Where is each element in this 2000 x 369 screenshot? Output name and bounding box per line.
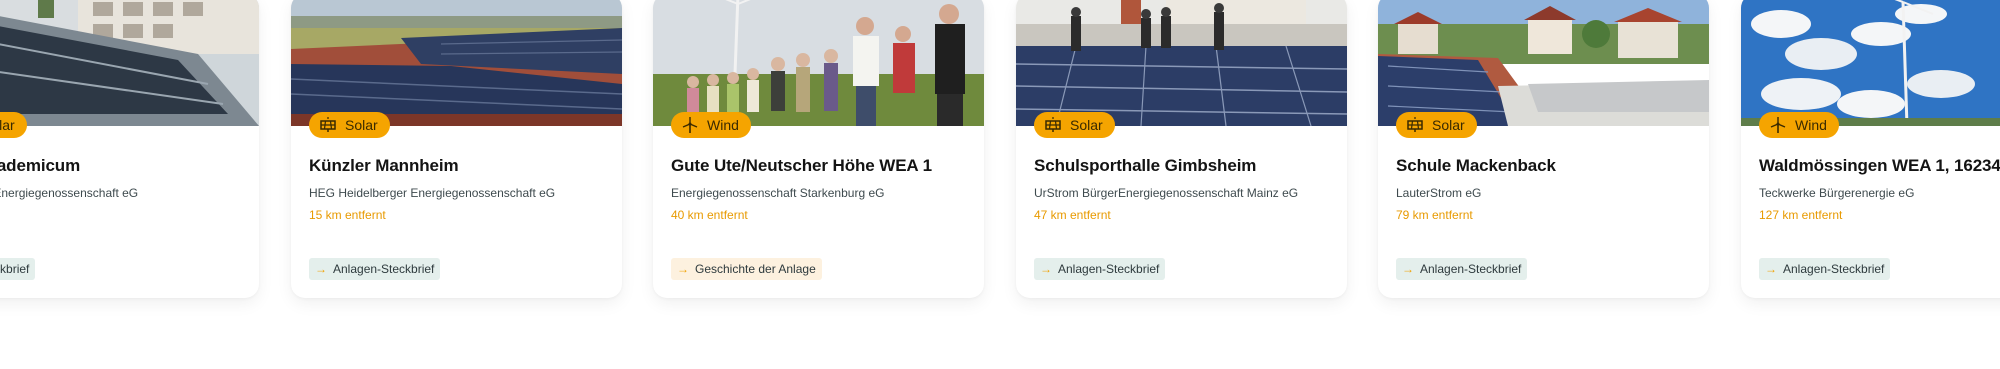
category-label: Wind [707, 117, 739, 133]
plant-history-button[interactable]: → Geschichte der Anlage [671, 258, 822, 280]
solar-panel-icon [1406, 116, 1424, 134]
project-title: Gute Ute/Neutscher Höhe WEA 1 [671, 156, 932, 175]
project-title: Künzler Mannheim [309, 156, 459, 175]
cooperative-name: Energiegenossenschaft Starkenburg eG [671, 186, 885, 200]
project-photo [1378, 0, 1709, 126]
plant-profile-button[interactable]: → Anlagen-Steckbrief [309, 258, 441, 280]
category-tag: Wind [1759, 112, 1839, 138]
cooperative-name: LauterStrom eG [1396, 186, 1482, 200]
project-photo [1741, 0, 2000, 126]
cooperative-name: Teckwerke Bürgerenergie eG [1759, 186, 1915, 200]
plant-profile-button[interactable]: gen-Steckbrief [0, 258, 36, 280]
cooperative-name: UrStrom BürgerEnergiegenossenschaft Main… [1034, 186, 1299, 200]
category-label: Solar [1070, 117, 1103, 133]
category-label: Solar [0, 117, 15, 133]
arrow-right-icon: → [677, 262, 689, 276]
gen-steckbrief-label: gen-Steckbrief [0, 262, 30, 276]
project-title: um Academicum [0, 156, 81, 175]
category-tag: Solar [1396, 112, 1477, 138]
project-card[interactable]: Solar Schulsporthalle Gimbsheim UrStrom … [1016, 0, 1347, 298]
project-card[interactable]: Solar Künzler Mannheim HEG Heidelberger … [291, 0, 622, 298]
project-carousel: Solar um Academicum elberger Energiegeno… [0, 0, 2000, 369]
category-tag: Solar [309, 112, 390, 138]
button-label: Anlagen-Steckbrief [1420, 262, 1522, 276]
plant-profile-button[interactable]: → Anlagen-Steckbrief [1034, 258, 1166, 280]
distance-label: ernt [0, 208, 247, 222]
project-photo [291, 0, 622, 126]
project-title: Schule Mackenback [1396, 156, 1556, 175]
category-label: Wind [1795, 117, 1827, 133]
project-card[interactable]: Wind Waldmössingen WEA 1, 16234 Teckwerk… [1741, 0, 2000, 298]
distance-label: 79 km entfernt [1396, 208, 1473, 222]
button-label: Anlagen-Steckbrief [1783, 262, 1885, 276]
arrow-right-icon: → [1402, 262, 1414, 276]
project-title: Waldmössingen WEA 1, 16234 [1759, 156, 2000, 175]
distance-label: 47 km entfernt [1034, 208, 1111, 222]
distance-label: 40 km entfernt [671, 208, 748, 222]
distance-label: 127 km entfernt [1759, 208, 1843, 222]
distance-label: 15 km entfernt [309, 208, 386, 222]
category-tag: Solar [1034, 112, 1115, 138]
plant-profile-button[interactable]: → Anlagen-Steckbrief [1759, 258, 1891, 280]
project-photo [1016, 0, 1347, 126]
button-label: Anlagen-Steckbrief [333, 262, 435, 276]
arrow-right-icon: → [1040, 262, 1052, 276]
button-label: Anlagen-Steckbrief [1058, 262, 1160, 276]
category-label: Solar [1432, 117, 1465, 133]
solar-panel-icon [319, 116, 337, 134]
cooperative-name: HEG Heidelberger Energiegenossenschaft e… [309, 186, 556, 200]
project-title: Schulsporthalle Gimbsheim [1034, 156, 1257, 175]
project-card[interactable]: Wind Gute Ute/Neutscher Höhe WEA 1 Energ… [653, 0, 984, 298]
category-tag: Wind [671, 112, 751, 138]
cooperative-name: elberger Energiegenossenschaft eG [0, 186, 139, 200]
project-photo [653, 0, 984, 126]
arrow-right-icon: → [315, 262, 327, 276]
category-label: Solar [345, 117, 378, 133]
project-card[interactable]: Solar um Academicum elberger Energiegeno… [0, 0, 259, 298]
category-tag: Solar [0, 112, 27, 138]
project-photo [0, 0, 259, 126]
button-label: Geschichte der Anlage [695, 262, 816, 276]
project-card[interactable]: Solar Schule Mackenback LauterStrom eG 7… [1378, 0, 1709, 298]
wind-turbine-icon [1769, 116, 1787, 134]
arrow-right-icon: → [1765, 262, 1777, 276]
wind-turbine-icon [681, 116, 699, 134]
solar-panel-icon [1044, 116, 1062, 134]
plant-profile-button[interactable]: → Anlagen-Steckbrief [1396, 258, 1528, 280]
